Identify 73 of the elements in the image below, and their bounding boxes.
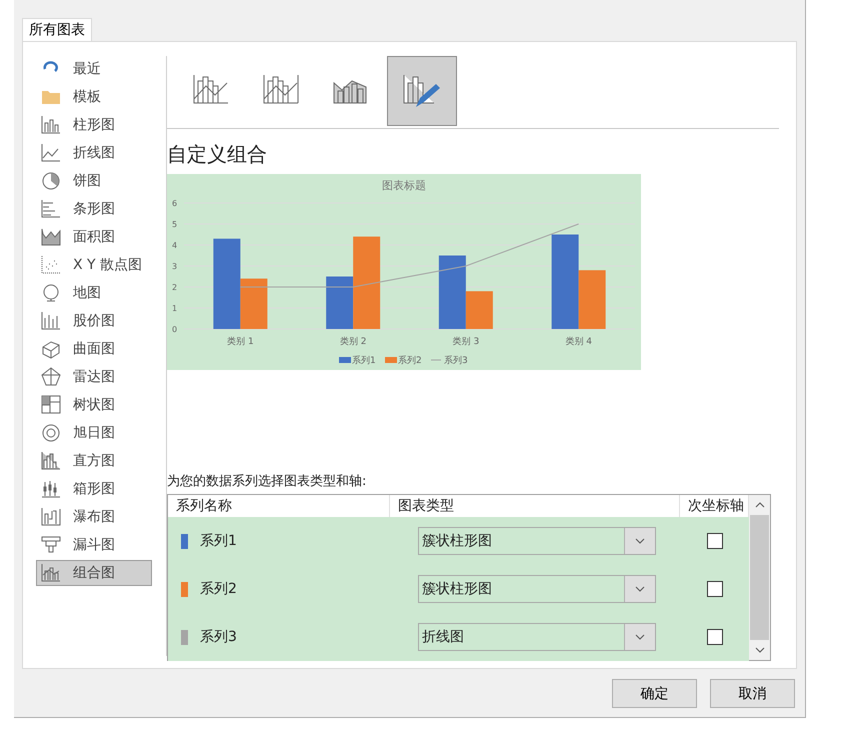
chevron-down-icon bbox=[635, 586, 645, 592]
sunburst-icon bbox=[41, 423, 61, 443]
scrollbar-thumb[interactable] bbox=[750, 515, 769, 640]
category-label: 类别 2 bbox=[340, 337, 366, 347]
cancel-button[interactable]: 取消 bbox=[710, 679, 795, 708]
chart-title: 图表标题 bbox=[382, 179, 426, 192]
secondary-axis-checkbox[interactable] bbox=[707, 581, 723, 597]
y-tick-label: 5 bbox=[172, 220, 178, 229]
sidebar-item[interactable]: 瀑布图 bbox=[36, 504, 152, 530]
surface-chart-icon bbox=[41, 339, 61, 359]
tab[interactable]: 所有图表 bbox=[22, 18, 92, 41]
legend-label: 系列1 bbox=[352, 356, 376, 366]
waterfall-icon bbox=[41, 507, 61, 527]
category-label: 类别 3 bbox=[452, 337, 480, 347]
sidebar-item[interactable]: 折线图 bbox=[36, 140, 152, 166]
pie-chart-icon bbox=[41, 171, 61, 191]
line-chart-icon bbox=[41, 143, 61, 163]
sidebar-item[interactable]: 地图 bbox=[36, 280, 152, 306]
box-plot-icon bbox=[41, 479, 61, 499]
histogram-icon bbox=[41, 451, 61, 471]
treemap-icon bbox=[41, 395, 61, 415]
chart-subtype-button[interactable] bbox=[387, 56, 457, 126]
y-tick-label: 2 bbox=[172, 283, 178, 292]
legend-swatch bbox=[385, 357, 397, 363]
legend-swatch bbox=[339, 357, 351, 363]
sidebar-item[interactable]: X Y 散点图 bbox=[36, 252, 152, 278]
scatter-icon bbox=[41, 255, 61, 275]
y-tick-label: 0 bbox=[172, 325, 178, 334]
sidebar-item[interactable]: 条形图 bbox=[36, 196, 152, 222]
sidebar-item[interactable]: 模板 bbox=[36, 84, 152, 110]
sidebar-item[interactable]: 漏斗图 bbox=[36, 532, 152, 558]
y-tick-label: 4 bbox=[172, 241, 178, 250]
legend-label: 系列2 bbox=[398, 356, 422, 366]
sidebar-item[interactable]: 组合图 bbox=[36, 560, 152, 586]
secondary-axis-checkbox[interactable] bbox=[707, 533, 723, 549]
series-name: 系列2 bbox=[200, 580, 237, 598]
stock-chart-icon bbox=[41, 311, 61, 331]
y-tick-label: 1 bbox=[172, 304, 178, 313]
secondary-axis-checkbox[interactable] bbox=[707, 629, 723, 645]
section-heading: 自定义组合 bbox=[167, 141, 268, 168]
sidebar-item[interactable]: 雷达图 bbox=[36, 364, 152, 390]
sidebar-item[interactable]: 直方图 bbox=[36, 448, 152, 474]
area-chart-icon bbox=[41, 227, 61, 247]
sidebar-item[interactable]: 曲面图 bbox=[36, 336, 152, 362]
sidebar-item[interactable]: 树状图 bbox=[36, 392, 152, 418]
chart-type-dropdown[interactable]: 簇状柱形图 bbox=[418, 575, 656, 603]
chart-type-dropdown[interactable]: 折线图 bbox=[418, 623, 656, 651]
y-tick-label: 3 bbox=[172, 262, 178, 271]
funnel-icon bbox=[41, 535, 61, 555]
bar-chart-icon bbox=[41, 115, 61, 135]
series-name: 系列1 bbox=[200, 532, 237, 550]
series-name: 系列3 bbox=[200, 628, 237, 646]
chevron-down-icon bbox=[635, 634, 645, 640]
ok-button[interactable]: 确定 bbox=[612, 679, 697, 708]
sidebar-item[interactable]: 箱形图 bbox=[36, 476, 152, 502]
sidebar-item[interactable]: 旭日图 bbox=[36, 420, 152, 446]
sidebar-item[interactable]: 股价图 bbox=[36, 308, 152, 334]
category-label: 类别 1 bbox=[227, 337, 254, 347]
y-tick-label: 6 bbox=[172, 199, 178, 208]
sidebar-item[interactable]: 饼图 bbox=[36, 168, 152, 194]
legend-label: 系列3 bbox=[444, 356, 468, 366]
custom-combo-pencil-icon bbox=[402, 73, 442, 109]
instruction-text: 为您的数据系列选择图表类型和轴: bbox=[167, 473, 368, 490]
radar-chart-icon bbox=[41, 367, 61, 387]
chevron-down-icon bbox=[635, 538, 645, 544]
chart-type-dropdown[interactable]: 簇状柱形图 bbox=[418, 527, 656, 555]
combo-chart-icon bbox=[41, 563, 61, 583]
sidebar-item[interactable]: 柱形图 bbox=[36, 112, 152, 138]
sidebar-item[interactable]: 面积图 bbox=[36, 224, 152, 250]
sidebar-item[interactable]: 最近 bbox=[36, 56, 152, 82]
category-label: 类别 4 bbox=[565, 337, 592, 347]
horizontal-bar-icon bbox=[41, 199, 61, 219]
globe-icon bbox=[41, 283, 61, 303]
